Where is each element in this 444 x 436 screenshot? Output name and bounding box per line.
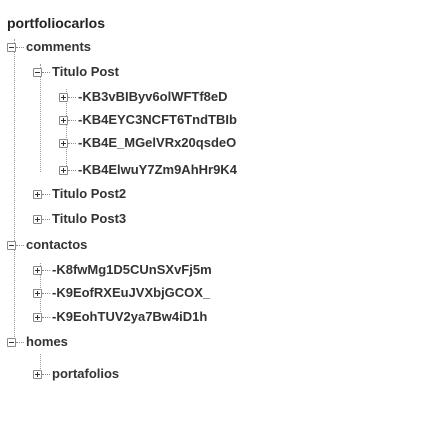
node-label-key[interactable]: -KB4EYC3NCFT6TndTBIb [78, 112, 237, 128]
tree-guide-root [14, 39, 15, 339]
tree-connector [16, 244, 24, 246]
tree-connector [16, 46, 24, 48]
tree-connector [16, 341, 24, 343]
expand-toggle-icon[interactable] [59, 138, 68, 148]
expand-toggle-icon[interactable] [33, 265, 42, 275]
node-label-key[interactable]: -KB4ElwuY7Zm9AhHr9K4 [78, 162, 237, 178]
tree-root-label[interactable]: portfoliocarlos [7, 15, 105, 31]
tree-connector [42, 373, 50, 375]
tree-node-key[interactable]: -K9EofRXEuJVXbjGCOX_ [33, 282, 210, 304]
tree-node-titulo-post[interactable]: Titulo Post [33, 61, 119, 83]
collapse-toggle-icon[interactable] [7, 42, 16, 52]
tree-connector [42, 71, 50, 73]
tree-node-titulo-post3[interactable]: Titulo Post3 [33, 208, 126, 230]
expand-toggle-icon[interactable] [59, 92, 68, 102]
expand-toggle-icon[interactable] [33, 189, 42, 199]
expand-toggle-icon[interactable] [59, 115, 68, 125]
collapse-toggle-icon[interactable] [7, 337, 16, 347]
node-label-titulo-post3[interactable]: Titulo Post3 [52, 211, 126, 227]
tree-node-key[interactable]: -KB4EYC3NCFT6TndTBIb [59, 109, 237, 131]
node-label-key[interactable]: -K8fwMg1D5CUnSXvFj5m [52, 262, 212, 278]
tree-connector [68, 96, 76, 98]
node-label-key[interactable]: -K9EofRXEuJVXbjGCOX_ [52, 285, 210, 301]
tree-node-key[interactable]: -K8fwMg1D5CUnSXvFj5m [33, 259, 212, 281]
expand-toggle-icon[interactable] [33, 214, 42, 224]
tree-node-key[interactable]: -KB4E_MGelVRx20qsdeO [59, 132, 236, 154]
tree-node-homes[interactable]: homes [7, 331, 68, 353]
tree-node-key[interactable]: -KB3vBIByv6olWFTf8eD [59, 86, 228, 108]
tree-node-key[interactable]: -KB4ElwuY7Zm9AhHr9K4 [59, 159, 237, 181]
expand-toggle-icon[interactable] [33, 312, 42, 322]
tree-connector [42, 193, 50, 195]
tree-connector [42, 292, 50, 294]
tree-node-comments[interactable]: comments [7, 36, 91, 58]
node-label-comments[interactable]: comments [26, 39, 91, 55]
node-label-key[interactable]: -KB4E_MGelVRx20qsdeO [78, 135, 236, 151]
expand-toggle-icon[interactable] [33, 369, 42, 379]
tree-node-portafolios[interactable]: portafolios [33, 363, 119, 385]
tree-node-titulo-post2[interactable]: Titulo Post2 [33, 183, 126, 205]
node-label-contactos[interactable]: contactos [26, 237, 87, 253]
node-label-titulo-post[interactable]: Titulo Post [52, 64, 119, 80]
node-label-homes[interactable]: homes [26, 334, 68, 350]
tree-connector [68, 169, 76, 171]
collapse-toggle-icon[interactable] [7, 240, 16, 250]
tree-node-key[interactable]: -K9EohTUV2ya7Bw4iD1h [33, 306, 207, 328]
node-label-titulo-post2[interactable]: Titulo Post2 [52, 186, 126, 202]
firebase-data-tree: portfoliocarlos comments Titulo Post -KB… [0, 0, 444, 436]
node-label-key[interactable]: -K9EohTUV2ya7Bw4iD1h [52, 309, 207, 325]
expand-toggle-icon[interactable] [33, 288, 42, 298]
collapse-toggle-icon[interactable] [33, 67, 42, 77]
node-label-key[interactable]: -KB3vBIByv6olWFTf8eD [78, 89, 228, 105]
tree-connector [42, 269, 50, 271]
tree-connector [68, 142, 76, 144]
tree-connector [68, 119, 76, 121]
tree-node-contactos[interactable]: contactos [7, 234, 87, 256]
node-label-portafolios[interactable]: portafolios [52, 366, 119, 382]
tree-connector [42, 316, 50, 318]
tree-connector [42, 218, 50, 220]
expand-toggle-icon[interactable] [59, 165, 68, 175]
